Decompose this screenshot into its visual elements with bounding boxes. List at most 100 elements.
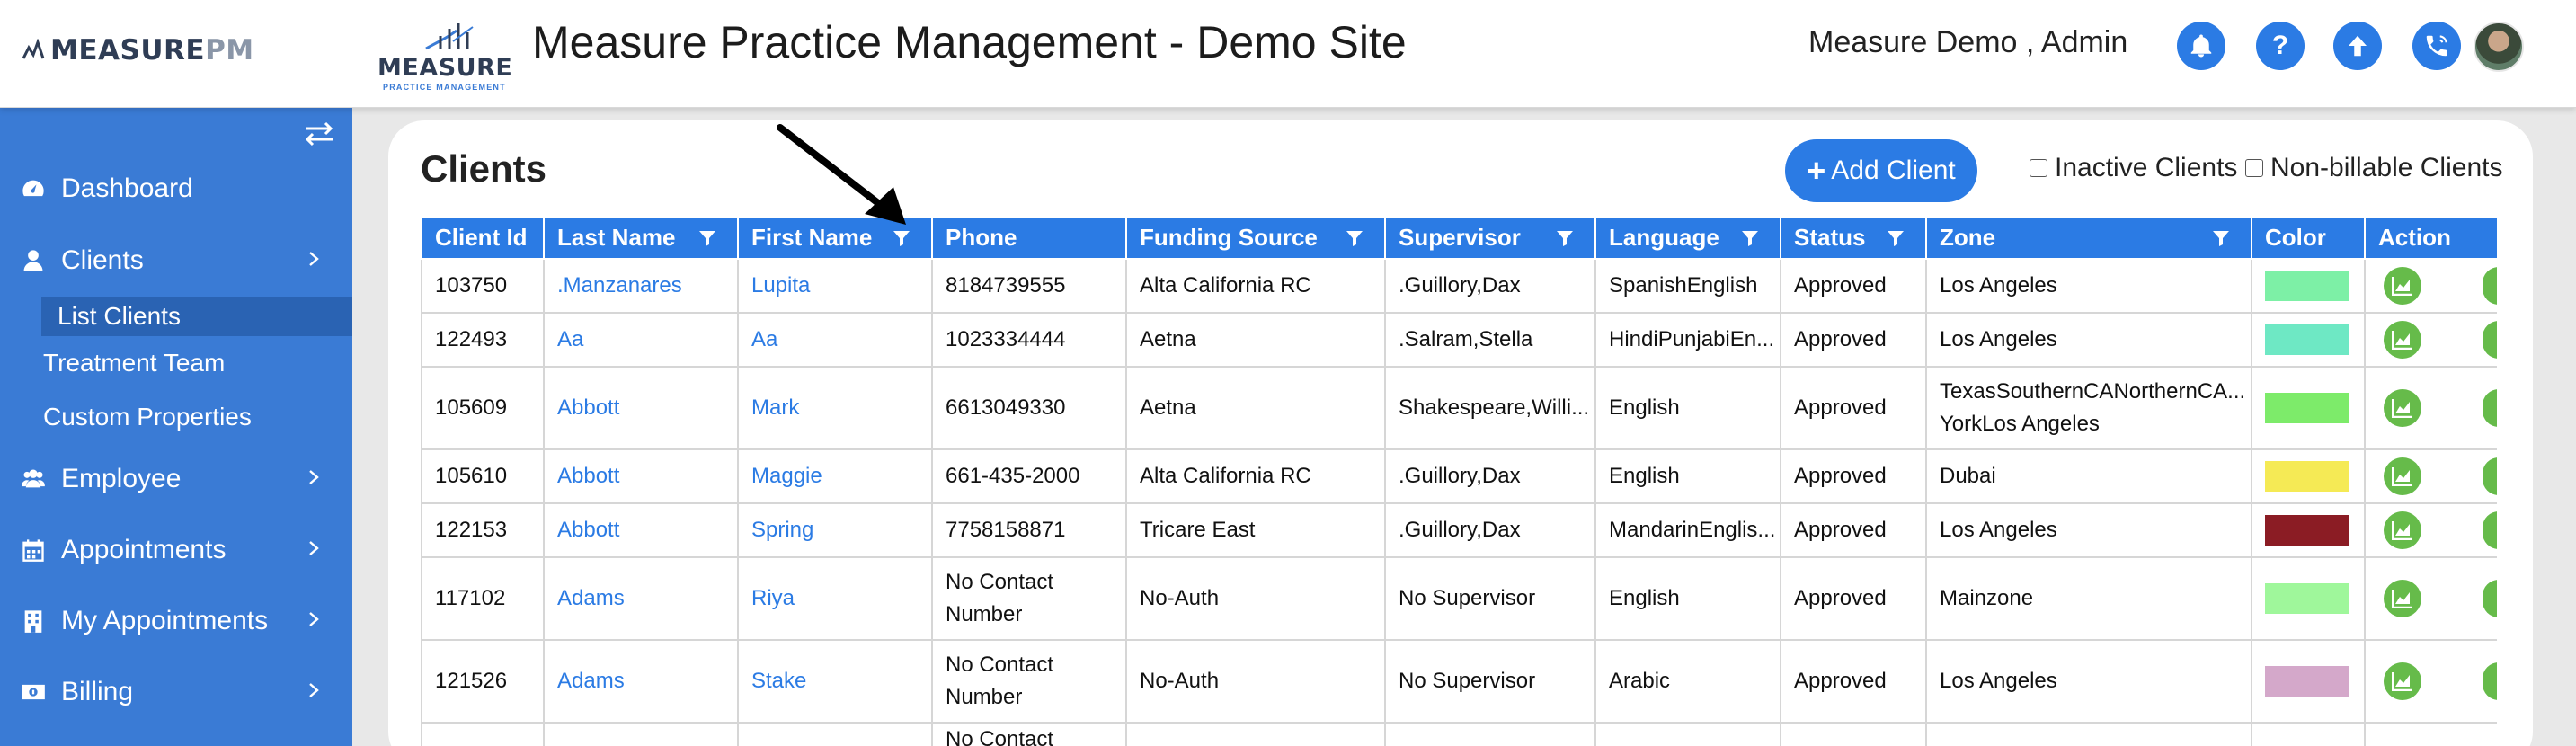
sidebar-item-employee[interactable]: Employee (0, 452, 352, 506)
cell-phone: 8184739555 (931, 258, 1127, 314)
logo-word: MEASURE (378, 54, 513, 82)
cell-last-name[interactable]: Adams (543, 556, 739, 641)
secondary-action-button[interactable] (2483, 457, 2496, 495)
secondary-action-button[interactable] (2483, 580, 2496, 617)
cell-first-name[interactable]: Aa (737, 312, 933, 368)
cell-language: HindiPunjabiEn... (1594, 312, 1781, 368)
column-header-last-name[interactable]: Last Name (543, 218, 739, 260)
cell-language: English (1594, 448, 1781, 504)
chevron-right-icon (309, 252, 319, 266)
inactive-clients-checkbox[interactable] (2030, 159, 2047, 177)
sidebar-item-billing[interactable]: Billing (0, 665, 352, 719)
secondary-action-button[interactable] (2483, 267, 2496, 305)
column-header-funding-source[interactable]: Funding Source (1125, 218, 1386, 260)
sidebar-subitem-treatment-team[interactable]: Treatment Team (0, 343, 352, 383)
inactive-clients-filter[interactable]: Inactive Clients (2030, 153, 2237, 183)
secondary-action-button[interactable] (2483, 321, 2496, 359)
cell-first-name[interactable]: Maggie (737, 448, 933, 504)
sidebar-item-label: Employee (61, 464, 182, 493)
column-header-phone[interactable]: Phone (931, 218, 1127, 260)
table-row[interactable]: 122153 Abbott Spring 7758158871 Tricare East… (421, 502, 2499, 558)
secondary-action-button[interactable] (2483, 662, 2496, 700)
secondary-action-button[interactable] (2483, 389, 2496, 427)
column-header-zone[interactable]: Zone (1925, 218, 2252, 260)
table-row[interactable]: 117102 Adams Riya No Contact Number No-Auth N… (421, 556, 2499, 641)
column-header-client-id[interactable]: Client Id (421, 218, 545, 260)
sidebar-subitem-custom-properties[interactable]: Custom Properties (0, 397, 352, 437)
cell-first-name[interactable] (737, 722, 933, 746)
column-header-supervisor[interactable]: Supervisor (1384, 218, 1596, 260)
cell-last-name[interactable]: Abbott (543, 448, 739, 504)
secondary-action-button[interactable] (2483, 511, 2496, 549)
filter-icon[interactable] (697, 228, 717, 248)
help-button[interactable]: ? (2256, 22, 2305, 70)
table-row[interactable]: 121526 Adams Stake No Contact Number No-Auth… (421, 639, 2499, 724)
nonbillable-clients-checkbox[interactable] (2245, 159, 2263, 177)
upload-button[interactable] (2333, 22, 2382, 70)
chart-icon (2392, 521, 2412, 540)
filter-icon[interactable] (1555, 228, 1575, 248)
brand-logo[interactable]: MEASUREPM (22, 34, 254, 67)
cell-last-name[interactable]: Aa (543, 312, 739, 368)
inactive-clients-label: Inactive Clients (2055, 153, 2238, 182)
table-row[interactable]: 105609 Abbott Mark 6613049330 Aetna Shakespea… (421, 366, 2499, 450)
cell-last-name[interactable]: Adams (543, 639, 739, 724)
cell-zone: Mainzone (1925, 556, 2252, 641)
filter-icon[interactable] (892, 228, 911, 248)
color-swatch (2265, 393, 2349, 423)
table-row[interactable]: 103750 .Manzanares Lupita 8184739555 Alta Ca… (421, 258, 2499, 314)
cell-first-name[interactable]: Riya (737, 556, 933, 641)
sidebar-item-label: Clients (61, 245, 144, 275)
sidebar-toggle-icon[interactable] (302, 120, 336, 147)
chart-action-button[interactable] (2384, 267, 2421, 305)
cell-last-name[interactable]: .Manzanares (543, 258, 739, 314)
column-header-action[interactable]: Action (2364, 218, 2499, 260)
chart-action-button[interactable] (2384, 511, 2421, 549)
cell-supervisor: .Salram,Stella (1384, 312, 1596, 368)
table-row[interactable]: 105610 Abbott Maggie 661-435-2000 Alta Calif… (421, 448, 2499, 504)
column-header-color[interactable]: Color (2251, 218, 2366, 260)
sidebar-item-clients[interactable]: Clients (0, 234, 352, 288)
cell-first-name[interactable]: Spring (737, 502, 933, 558)
cell-last-name[interactable]: Abbott (543, 502, 739, 558)
sidebar-item-label: Billing (61, 677, 134, 706)
logo-subtitle: PRACTICE MANAGEMENT (383, 83, 506, 92)
cell-first-name[interactable]: Stake (737, 639, 933, 724)
phone-button[interactable] (2412, 22, 2461, 70)
chart-action-button[interactable] (2384, 389, 2421, 427)
nonbillable-clients-filter[interactable]: Non-billable Clients (2245, 153, 2502, 183)
user-name[interactable]: Measure Demo , Admin (1808, 25, 2127, 60)
filter-icon[interactable] (1345, 228, 1364, 248)
column-header-language[interactable]: Language (1594, 218, 1781, 260)
sidebar-subitem-list-clients[interactable]: List Clients (41, 297, 352, 336)
cell-funding-source: No-Auth (1125, 639, 1386, 724)
cell-action (2364, 639, 2499, 724)
user-avatar[interactable] (2474, 22, 2524, 72)
cell-first-name[interactable]: Mark (737, 366, 933, 450)
notifications-button[interactable] (2177, 22, 2225, 70)
cell-supervisor: No Supervisor (1384, 556, 1596, 641)
chart-action-button[interactable] (2384, 457, 2421, 495)
cell-phone: No Contact (931, 722, 1127, 746)
column-header-status[interactable]: Status (1780, 218, 1927, 260)
chart-action-button[interactable] (2384, 580, 2421, 617)
cell-client-id (421, 722, 545, 746)
sidebar-item-appointments[interactable]: Appointments (0, 523, 352, 577)
filter-icon[interactable] (2211, 228, 2231, 248)
table-row[interactable]: No Contact (421, 722, 2499, 746)
cell-last-name[interactable]: Abbott (543, 366, 739, 450)
filter-icon[interactable] (1886, 228, 1905, 248)
sidebar-item-my-appointments[interactable]: My Appointments (0, 594, 352, 648)
phone-icon (2426, 35, 2447, 57)
cell-first-name[interactable]: Lupita (737, 258, 933, 314)
sidebar-item-dashboard[interactable]: Dashboard (0, 162, 352, 216)
chart-action-button[interactable] (2384, 662, 2421, 700)
table-row[interactable]: 122493 Aa Aa 1023334444 Aetna .Salram,Stella H… (421, 312, 2499, 368)
cell-color (2251, 502, 2366, 558)
cell-supervisor: .Guillory,Dax (1384, 502, 1596, 558)
chart-action-button[interactable] (2384, 321, 2421, 359)
add-client-button[interactable]: + Add Client (1785, 139, 1977, 202)
cell-last-name[interactable] (543, 722, 739, 746)
filter-icon[interactable] (1740, 228, 1760, 248)
cell-color (2251, 366, 2366, 450)
